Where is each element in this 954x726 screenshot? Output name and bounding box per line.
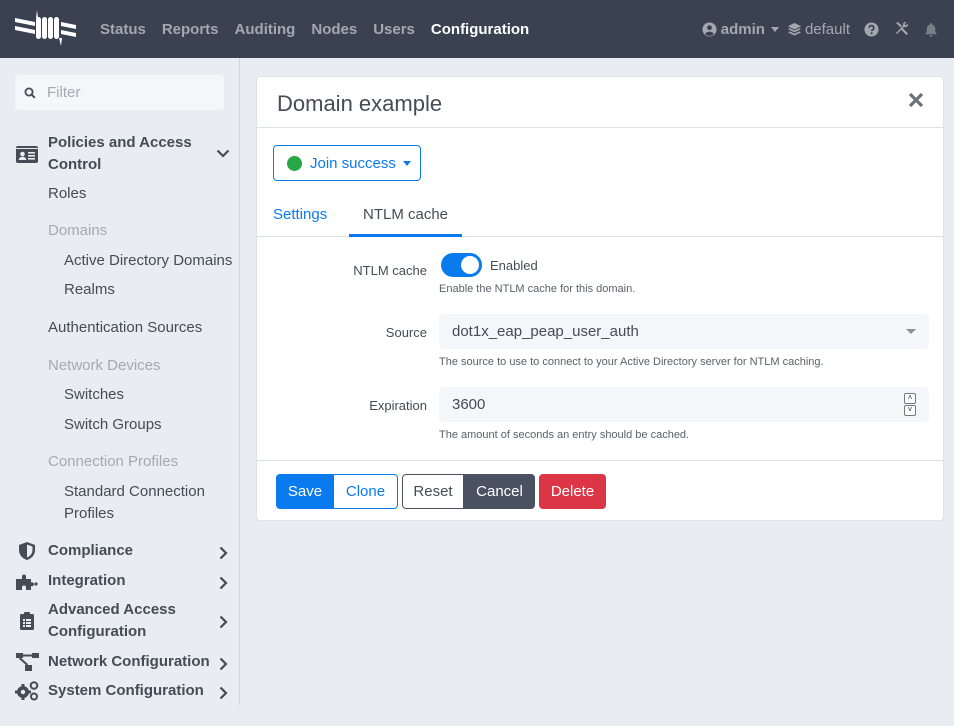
chevron-right-icon bbox=[219, 686, 228, 700]
source-select[interactable]: dot1x_eap_peap_user_auth bbox=[439, 314, 929, 349]
card-header: Domain example bbox=[257, 77, 943, 128]
id-card-icon bbox=[15, 142, 39, 166]
sidebar-section-label: Advanced Access Configuration bbox=[48, 601, 176, 640]
save-button[interactable]: Save bbox=[276, 474, 334, 509]
sidebar: Policies and AccessControl Roles Domains… bbox=[0, 58, 240, 705]
status-dot bbox=[287, 155, 302, 171]
sidebar-group-connection-profiles: Connection Profiles bbox=[48, 453, 179, 470]
expiration-label: Expiration bbox=[369, 398, 427, 413]
user-circle-icon bbox=[702, 21, 717, 37]
sidebar-section-advanced-access[interactable]: Advanced Access Configuration bbox=[0, 599, 240, 643]
chevron-down-icon bbox=[216, 149, 230, 158]
sidebar-section-policies[interactable]: Policies and Access Control bbox=[0, 132, 240, 176]
nav-configuration[interactable]: Configuration bbox=[431, 21, 529, 38]
help-icon bbox=[864, 21, 879, 37]
tools-button[interactable] bbox=[894, 21, 910, 37]
source-value: dot1x_eap_peap_user_auth bbox=[452, 323, 639, 340]
sidebar-item-switch-groups[interactable]: Switch Groups bbox=[64, 414, 162, 436]
tenant-menu[interactable]: default bbox=[787, 21, 850, 38]
nav-users[interactable]: Users bbox=[373, 21, 415, 38]
card-footer: Save Clone Reset Cancel Delete bbox=[257, 460, 943, 520]
sidebar-section-system-configuration[interactable]: System Configuration bbox=[0, 680, 240, 702]
expiration-input[interactable]: 3600 ˄ ˅ bbox=[439, 387, 929, 422]
chevron-right-icon bbox=[219, 546, 228, 560]
ntlm-cache-label: NTLM cache bbox=[353, 263, 427, 278]
username: admin bbox=[720, 20, 765, 38]
sidebar-item-realms[interactable]: Realms bbox=[64, 279, 115, 301]
number-spinner[interactable]: ˄ ˅ bbox=[904, 393, 916, 417]
sidebar-section-label: Integration bbox=[48, 572, 126, 589]
clipboard-list-icon bbox=[15, 609, 39, 633]
close-icon[interactable] bbox=[908, 92, 924, 108]
sidebar-item-roles[interactable]: Roles bbox=[48, 183, 86, 205]
cancel-button[interactable]: Cancel bbox=[464, 474, 535, 509]
chevron-right-icon bbox=[219, 657, 228, 671]
layers-icon bbox=[787, 22, 802, 36]
source-help: The source to use to connect to your Act… bbox=[439, 356, 824, 368]
ntlm-cache-state: Enabled bbox=[490, 258, 538, 273]
help-button[interactable] bbox=[864, 21, 879, 37]
ntlm-cache-toggle[interactable] bbox=[441, 253, 482, 277]
domain-card: Domain example Join success Settings NTL… bbox=[256, 76, 944, 521]
sidebar-section-label: Network Configuration bbox=[48, 653, 210, 670]
sidebar-section-label: System Configuration bbox=[48, 682, 204, 699]
gears-icon bbox=[15, 679, 39, 703]
sidebar-section-compliance[interactable]: Compliance bbox=[0, 540, 240, 562]
network-icon bbox=[15, 650, 39, 674]
bell-icon bbox=[925, 22, 937, 37]
expiration-help: The amount of seconds an entry should be… bbox=[439, 429, 690, 441]
navbar-right: admin default bbox=[692, 0, 938, 58]
sidebar-group-domains: Domains bbox=[48, 222, 108, 239]
puzzle-icon bbox=[15, 569, 39, 593]
clone-button[interactable]: Clone bbox=[334, 474, 398, 509]
nav-nodes[interactable]: Nodes bbox=[311, 21, 357, 38]
source-label: Source bbox=[385, 325, 427, 340]
chevron-right-icon bbox=[219, 576, 228, 590]
caret-down-icon bbox=[770, 26, 779, 32]
join-status-label: Join success bbox=[310, 154, 396, 172]
nav-reports[interactable]: Reports bbox=[162, 21, 219, 38]
main-nav: Status Reports Auditing Nodes Users Conf… bbox=[100, 0, 545, 58]
sidebar-item-switches[interactable]: Switches bbox=[64, 384, 124, 406]
tabs: Settings NTLM cache bbox=[257, 199, 943, 237]
user-menu[interactable]: admin bbox=[702, 21, 779, 38]
caret-down-icon bbox=[906, 329, 916, 334]
tools-icon bbox=[896, 21, 909, 35]
spin-up-icon[interactable]: ˄ bbox=[904, 393, 916, 404]
sidebar-section-label: Compliance bbox=[48, 542, 134, 559]
sidebar-item-standard-connection-profiles[interactable]: Standard Connection Profiles bbox=[64, 481, 205, 525]
sidebar-section-integration[interactable]: Integration bbox=[0, 570, 240, 592]
reset-button[interactable]: Reset bbox=[402, 474, 464, 509]
expiration-value: 3600 bbox=[452, 396, 486, 413]
ntlm-cache-help: Enable the NTLM cache for this domain. bbox=[439, 283, 636, 295]
page-title: Domain example bbox=[277, 91, 443, 116]
packetfence-logo[interactable] bbox=[15, 8, 77, 46]
tab-settings[interactable]: Settings bbox=[273, 199, 327, 237]
filter-box bbox=[15, 75, 224, 110]
tab-ntlm-cache[interactable]: NTLM cache bbox=[349, 199, 462, 237]
toggle-knob bbox=[461, 256, 479, 274]
shield-icon bbox=[15, 539, 39, 563]
nav-status[interactable]: Status bbox=[100, 21, 146, 38]
top-navbar: Status Reports Auditing Nodes Users Conf… bbox=[0, 0, 954, 58]
sidebar-item-ad-domains[interactable]: Active Directory Domains bbox=[64, 250, 232, 272]
chevron-right-icon bbox=[219, 615, 228, 629]
sidebar-item-auth-sources[interactable]: Authentication Sources bbox=[48, 317, 202, 339]
sidebar-section-network-configuration[interactable]: Network Configuration bbox=[0, 651, 240, 673]
join-status-dropdown[interactable]: Join success bbox=[273, 145, 421, 181]
sidebar-group-network-devices: Network Devices bbox=[48, 357, 161, 374]
spin-down-icon[interactable]: ˅ bbox=[904, 405, 916, 416]
delete-button[interactable]: Delete bbox=[539, 474, 606, 509]
nav-auditing[interactable]: Auditing bbox=[235, 21, 296, 38]
filter-input[interactable] bbox=[47, 84, 207, 101]
caret-down-icon bbox=[402, 160, 411, 166]
search-icon bbox=[24, 87, 36, 99]
tenant-name: default bbox=[804, 20, 850, 38]
sidebar-section-label: Policies and Access Control bbox=[48, 134, 192, 173]
notifications-button[interactable] bbox=[924, 22, 938, 37]
